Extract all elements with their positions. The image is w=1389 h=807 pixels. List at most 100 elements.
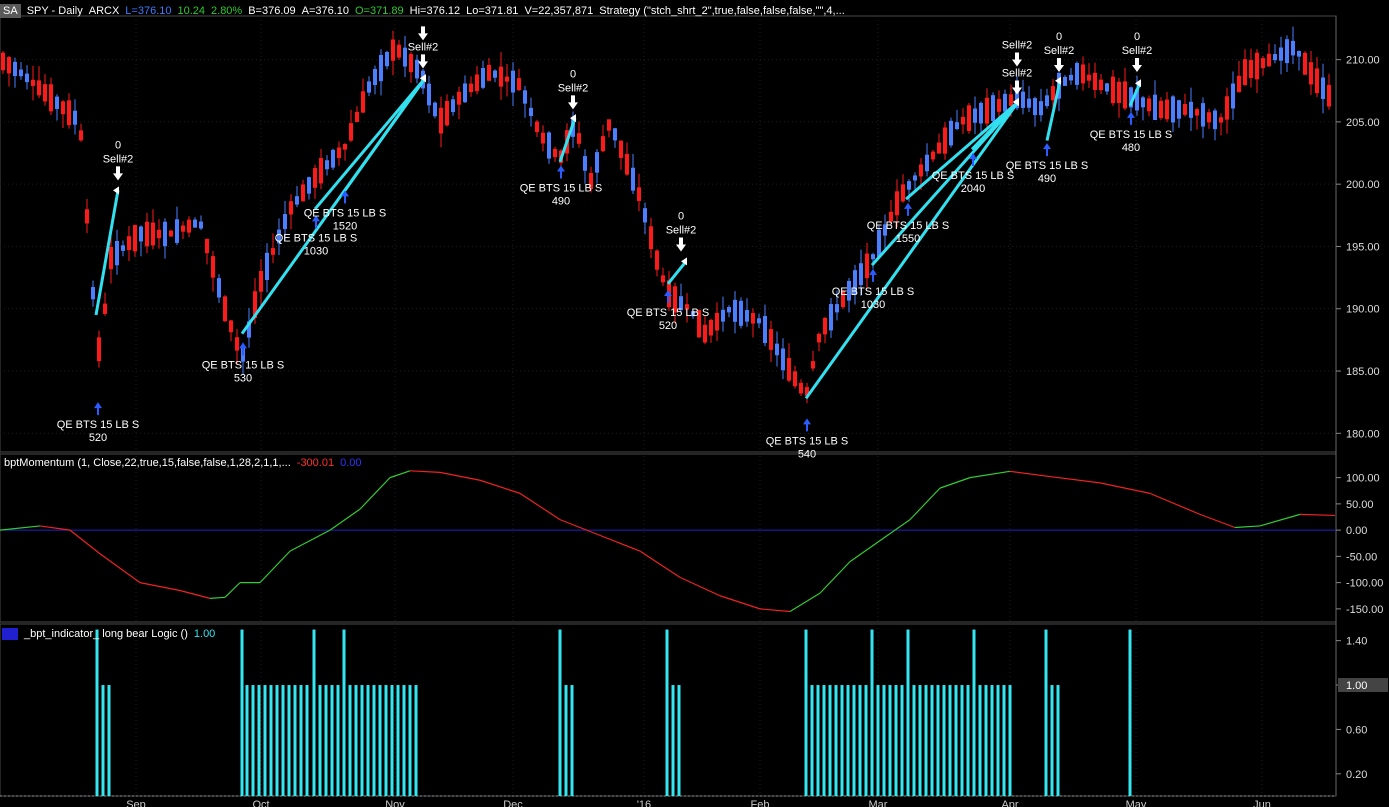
candle-body (1105, 83, 1109, 92)
candle-body (187, 219, 191, 233)
candle-body (907, 181, 911, 190)
candle-body (181, 225, 185, 232)
indicator-bar (263, 685, 267, 796)
indicator-bar (828, 685, 832, 796)
candle-body (973, 108, 977, 123)
candle-body (793, 371, 797, 387)
candle-body (1303, 52, 1307, 75)
indicator-bar (299, 685, 303, 796)
candle-body (733, 299, 737, 322)
candle-body (1141, 97, 1145, 108)
candle-body (1249, 60, 1253, 79)
candle-body (157, 229, 161, 239)
candle-body (637, 187, 641, 201)
candle-body (757, 318, 761, 324)
candle-body (727, 307, 731, 313)
sell-signal-label: Sell#2 (558, 82, 589, 94)
buy-signal-qty: 490 (552, 195, 570, 207)
candle-body (493, 70, 497, 78)
price-tick-label: 205.00 (1346, 117, 1380, 129)
indicator-bar (918, 685, 922, 796)
candle-body (535, 121, 539, 133)
candle-body (397, 44, 401, 58)
candle-body (1051, 86, 1055, 101)
momentum-tick-label: 50.00 (1346, 499, 1374, 511)
chart-canvas[interactable]: Sep Oct Nov Dec '16 Feb Mar Apr May Jun 210.00 205.… (0, 0, 1389, 807)
candle-body (1183, 104, 1187, 115)
indicator-bar (101, 685, 105, 796)
panel-tag-icon[interactable] (2, 628, 18, 641)
x-tick-label: '16 (637, 799, 651, 807)
candle-body (607, 119, 611, 131)
candle-body (1153, 94, 1157, 120)
candle-body (85, 209, 89, 224)
exchange-label: ARCX (88, 5, 120, 17)
candle-body (211, 256, 215, 278)
indicator-value: 1.00 (193, 628, 216, 640)
candle-body (283, 214, 287, 230)
net-change: 10.24 (177, 5, 206, 17)
candle-body (331, 149, 335, 168)
momentum-segment (179, 589, 211, 599)
buy-signal-label: QE BTS 15 LB S (932, 170, 1015, 182)
candle-body (871, 254, 875, 260)
momentum-value: -300.01 (296, 457, 335, 469)
candle-body (385, 51, 389, 67)
candle-body (175, 219, 179, 243)
candle-body (613, 128, 617, 141)
momentum-segment (209, 596, 226, 599)
momentum-segment (909, 487, 941, 521)
price-tick-label: 210.00 (1346, 55, 1380, 67)
x-tick-label: Jun (1253, 799, 1271, 807)
candle-body (391, 39, 395, 61)
indicator-bar (348, 685, 352, 796)
candle-body (361, 91, 365, 113)
candle-body (193, 219, 197, 228)
indicator-bar (966, 685, 970, 796)
candle-body (721, 309, 725, 322)
candle-body (703, 324, 707, 343)
candle-body (169, 230, 173, 237)
candle-body (1255, 52, 1259, 80)
candle-body (1111, 76, 1115, 104)
indicator-bar (354, 685, 358, 796)
sell-arrow-icon (1012, 80, 1022, 95)
candle-body (601, 136, 605, 152)
candle-body (337, 147, 341, 159)
candle-body (61, 101, 65, 115)
indicator-bar (840, 685, 844, 796)
candle-body (787, 358, 791, 381)
candle-body (145, 221, 149, 247)
candle-body (19, 69, 23, 77)
momentum-segment (139, 582, 181, 592)
candle-body (817, 333, 821, 343)
trade-line (313, 77, 427, 211)
candle-body (751, 313, 755, 324)
buy-signal-qty: 540 (798, 448, 816, 460)
indicator-tick-label: 0.20 (1346, 769, 1367, 781)
candle-body (931, 151, 935, 160)
candle-body (49, 84, 53, 112)
candle-body (781, 348, 785, 371)
indicator-bar (906, 629, 910, 796)
buy-signal-label: QE BTS 15 LB S (1006, 160, 1089, 172)
indicator-bar (330, 685, 334, 796)
momentum-segment (389, 470, 411, 479)
sell-signal-label: Sell#2 (666, 224, 697, 236)
candle-body (265, 252, 269, 280)
sell-signal-count: 0 (115, 139, 121, 151)
sell-signal-label: Sell#2 (1044, 45, 1075, 57)
candle-body (547, 132, 551, 159)
candle-body (1099, 79, 1103, 91)
candle-body (1225, 96, 1229, 120)
trade-line (804, 101, 1020, 400)
candle-body (313, 168, 317, 188)
buy-arrow-icon (803, 418, 811, 432)
candle-body (649, 226, 653, 250)
indicator-bar (978, 685, 982, 796)
sell-arrow-icon (1132, 58, 1142, 73)
candle-body (1297, 50, 1301, 57)
symbol-badge[interactable]: SA (0, 4, 21, 18)
ask-price: A=376.10 (301, 5, 350, 17)
candle-body (475, 74, 479, 92)
